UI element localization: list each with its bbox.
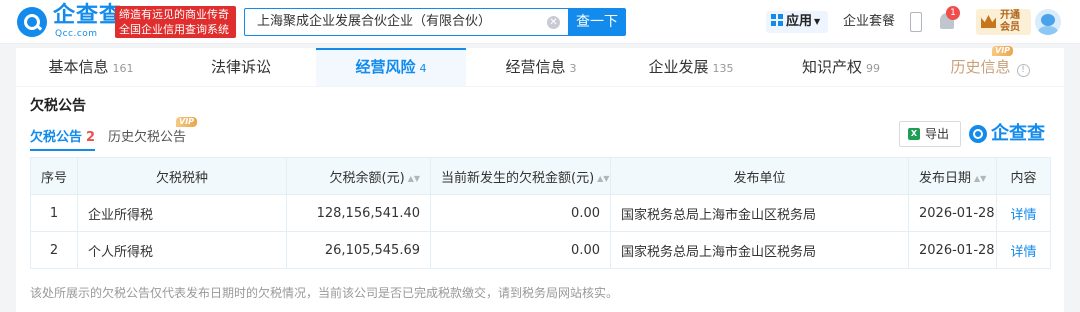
qcc-brand-mark: 企查查 [969,121,1045,147]
top-header: 企查查 Qcc.com 缔造有远见的商业传奇 全国企业信用查询系统 上海聚成企业… [0,0,1080,44]
col-header-label: 发布日期 [919,170,972,186]
vip-line-1: 开通 [1000,10,1020,21]
subtab-count: 2 [86,130,96,145]
crown-icon [981,15,996,28]
tab-count: 161 [112,62,134,75]
cell-tax-type: 企业所得税 [77,194,287,232]
col-header-no: 序号 [30,157,78,195]
cell-balance: 26,105,545.69 [286,231,431,269]
tab-legal-litigation[interactable]: 法律诉讼 [166,48,316,86]
details-link[interactable]: 详情 [996,231,1051,269]
chevron-down-icon: ▼ [814,17,821,26]
tab-label: 历史信息 [950,58,1011,76]
col-header-label: 欠税余额(元) [329,170,405,186]
tab-count: 4 [419,62,427,75]
cell-issuer: 国家税务总局上海市金山区税务局 [610,194,909,232]
export-button[interactable]: X 导出 [899,121,961,147]
logo-text[interactable]: 企查查 [53,4,122,28]
details-link[interactable]: 详情 [996,194,1051,232]
tab-label: 经营信息 [505,58,566,76]
sort-icon[interactable]: ▲▼ [597,174,609,183]
tab-business-risk[interactable]: 经营风险 4 [316,48,466,86]
sort-icon[interactable]: ▲▼ [408,174,420,183]
slogan-banner: 缔造有远见的商业传奇 全国企业信用查询系统 [115,6,236,38]
tax-arrears-table: 序号 欠税税种 欠税余额(元) ▲▼ 当前新发生的欠税金额(元) ▲▼ 发布单位 发… [30,157,1051,269]
tab-count: 3 [569,62,577,75]
cell-new-amount: 0.00 [430,231,611,269]
cell-no: 2 [30,231,78,269]
tab-label: 企业发展 [648,58,709,76]
cell-date: 2026-01-28 [908,194,997,232]
table-header-row: 序号 欠税税种 欠税余额(元) ▲▼ 当前新发生的欠税金额(元) ▲▼ 发布单位 发… [30,157,1051,195]
tab-label: 知识产权 [801,58,862,76]
search-button[interactable]: 查一下 [568,8,626,36]
info-icon: ! [1016,64,1030,77]
user-avatar[interactable] [1035,9,1061,35]
subtab-label: 欠税公告 [30,130,83,145]
table-row: 2 个人所得税 26,105,545.69 0.00 国家税务总局上海市金山区税… [30,231,1051,269]
col-header-balance[interactable]: 欠税余额(元) ▲▼ [286,157,431,195]
cell-balance: 128,156,541.40 [286,194,431,232]
col-header-date[interactable]: 发布日期 ▲▼ [908,157,997,195]
enterprise-package-link[interactable]: 企业套餐 [843,14,895,30]
col-header-label: 当前新发生的欠税金额(元) [441,170,595,186]
col-header-content: 内容 [996,157,1051,195]
disclaimer-note: 该处所展示的欠税公告仅代表发布日期时的欠税情况，当前该公司是否已完成税款缴交，请… [30,286,619,300]
subtab-history-tax-arrears[interactable]: 历史欠税公告 [108,129,186,147]
vip-tag: VIP [992,46,1014,56]
table-row: 1 企业所得税 128,156,541.40 0.00 国家税务总局上海市金山区… [30,194,1051,232]
cell-no: 1 [30,194,78,232]
col-header-tax-type: 欠税税种 [77,157,287,195]
tax-arrears-panel: 欠税公告 欠税公告 2 历史欠税公告 VIP X 导出 企查查 序号 欠税税种 欠税… [16,87,1064,312]
company-nav-tabs: 基本信息 161 法律诉讼 经营风险 4 经营信息 3 企业发展 135 知识产权 99 … [16,46,1064,86]
cell-issuer: 国家税务总局上海市金山区税务局 [610,231,909,269]
tab-business-info[interactable]: 经营信息 3 [466,48,616,86]
tab-intellectual-property[interactable]: 知识产权 99 [766,48,916,86]
tab-label: 基本信息 [48,58,109,76]
col-header-new-amount[interactable]: 当前新发生的欠税金额(元) ▲▼ [430,157,611,195]
tab-count: 135 [712,62,734,75]
cell-date: 2026-01-28 [908,231,997,269]
section-title: 欠税公告 [30,98,86,114]
tab-label: 经营风险 [355,58,416,76]
tab-basic-info[interactable]: 基本信息 161 [16,48,166,86]
search-input[interactable]: 上海聚成企业发展合伙企业（有限合伙） [244,8,568,36]
subtab-tax-arrears[interactable]: 欠税公告 2 [30,129,96,151]
excel-icon: X [908,128,920,140]
apps-label: 应用 [786,14,813,29]
mobile-app-icon[interactable] [910,12,922,32]
cell-new-amount: 0.00 [430,194,611,232]
logo-subtext: Qcc.com [55,29,98,39]
export-label: 导出 [925,127,950,141]
notification-count-badge: 1 [946,6,960,20]
tab-history-info[interactable]: 历史信息! [916,48,1064,86]
slogan-line-2: 全国企业信用查询系统 [119,23,229,36]
tab-label: 法律诉讼 [210,58,271,76]
qcc-logo-icon[interactable] [17,7,47,37]
clear-search-icon[interactable]: ✕ [547,16,560,29]
col-header-issuer: 发布单位 [610,157,909,195]
sort-icon[interactable]: ▲▼ [974,174,986,183]
tab-count: 99 [866,62,880,75]
cell-tax-type: 个人所得税 [77,231,287,269]
vip-tag: VIP [176,117,198,127]
vip-line-2: 会员 [1000,22,1020,33]
apps-grid-icon [771,14,783,26]
slogan-line-1: 缔造有远见的商业传奇 [119,8,229,21]
apps-menu-button[interactable]: 应用 ▼ [766,11,828,33]
open-vip-button[interactable]: 开通 会员 [976,9,1031,35]
tab-enterprise-development[interactable]: 企业发展 135 [616,48,766,86]
